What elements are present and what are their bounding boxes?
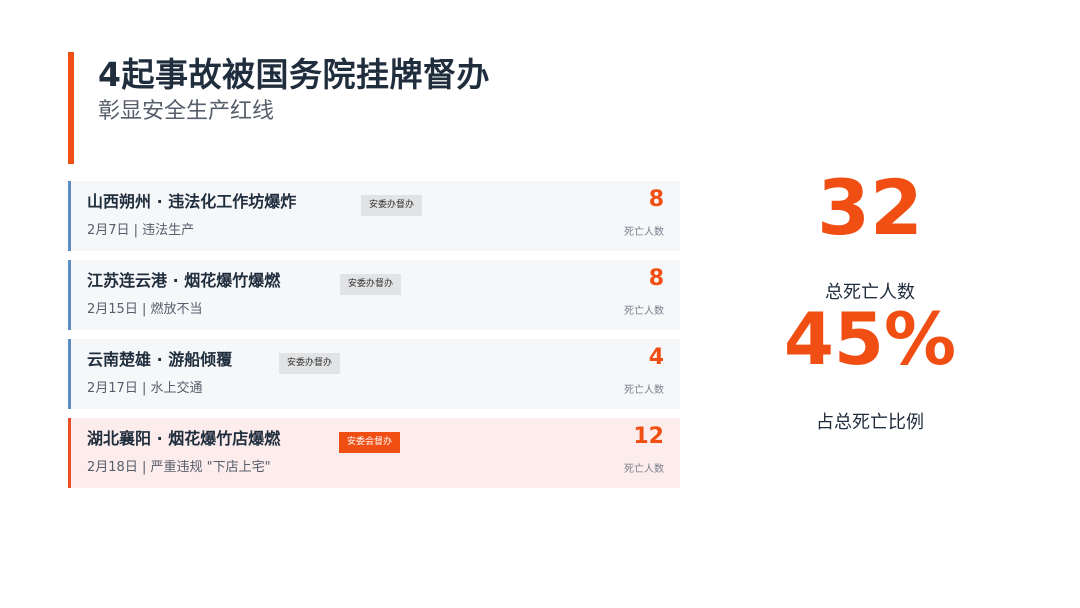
page-subtitle: 彰显安全生产红线 bbox=[98, 99, 275, 124]
supervision-badge: 安委办督办 bbox=[361, 195, 423, 216]
incident-title: 湖北襄阳 · 烟花爆竹店爆燃 bbox=[87, 429, 281, 448]
death-count-label: 死亡人数 bbox=[624, 306, 664, 317]
slide: 4起事故被国务院挂牌督办 彰显安全生产红线 山西朔州 · 违法化工作坊爆炸 安委… bbox=[0, 0, 1080, 608]
accent-bar bbox=[68, 52, 74, 164]
supervision-badge: 安委办督办 bbox=[340, 274, 402, 295]
death-count-label: 死亡人数 bbox=[624, 464, 664, 475]
death-count-label: 死亡人数 bbox=[624, 227, 664, 238]
incident-card-jiangsu: 江苏连云港 · 烟花爆竹爆燃 安委办督办 2月15日 | 燃放不当 8 死亡人数 bbox=[68, 260, 680, 330]
supervision-badge: 安委会督办 bbox=[339, 432, 401, 453]
incident-list: 山西朔州 · 违法化工作坊爆炸 安委办督办 2月7日 | 违法生产 8 死亡人数… bbox=[68, 181, 680, 497]
death-count: 4 bbox=[648, 345, 664, 370]
death-count-label: 死亡人数 bbox=[624, 385, 664, 396]
death-count: 8 bbox=[648, 266, 664, 291]
incident-date-cause: 2月7日 | 违法生产 bbox=[87, 223, 195, 238]
incident-title: 山西朔州 · 违法化工作坊爆炸 bbox=[87, 192, 297, 211]
incident-card-yunnan: 云南楚雄 · 游船倾覆 安委办督办 2月17日 | 水上交通 4 死亡人数 bbox=[68, 339, 680, 409]
death-ratio-value: 45% bbox=[783, 297, 957, 381]
incident-title: 江苏连云港 · 烟花爆竹爆燃 bbox=[87, 271, 281, 290]
death-count: 12 bbox=[633, 424, 664, 449]
page-title: 4起事故被国务院挂牌督办 bbox=[98, 55, 490, 94]
incident-date-cause: 2月18日 | 严重违规 "下店上宅" bbox=[87, 460, 271, 475]
death-count: 8 bbox=[648, 187, 664, 212]
incident-title: 云南楚雄 · 游船倾覆 bbox=[87, 350, 233, 369]
incident-date-cause: 2月17日 | 水上交通 bbox=[87, 381, 203, 396]
supervision-badge: 安委办督办 bbox=[279, 353, 341, 374]
incident-date-cause: 2月15日 | 燃放不当 bbox=[87, 302, 203, 317]
total-deaths-value: 32 bbox=[817, 163, 923, 252]
incident-card-hubei: 湖北襄阳 · 烟花爆竹店爆燃 安委会督办 2月18日 | 严重违规 "下店上宅"… bbox=[68, 418, 680, 488]
incident-card-shanxi: 山西朔州 · 违法化工作坊爆炸 安委办督办 2月7日 | 违法生产 8 死亡人数 bbox=[68, 181, 680, 251]
death-ratio-label: 占总死亡比例 bbox=[816, 412, 924, 433]
